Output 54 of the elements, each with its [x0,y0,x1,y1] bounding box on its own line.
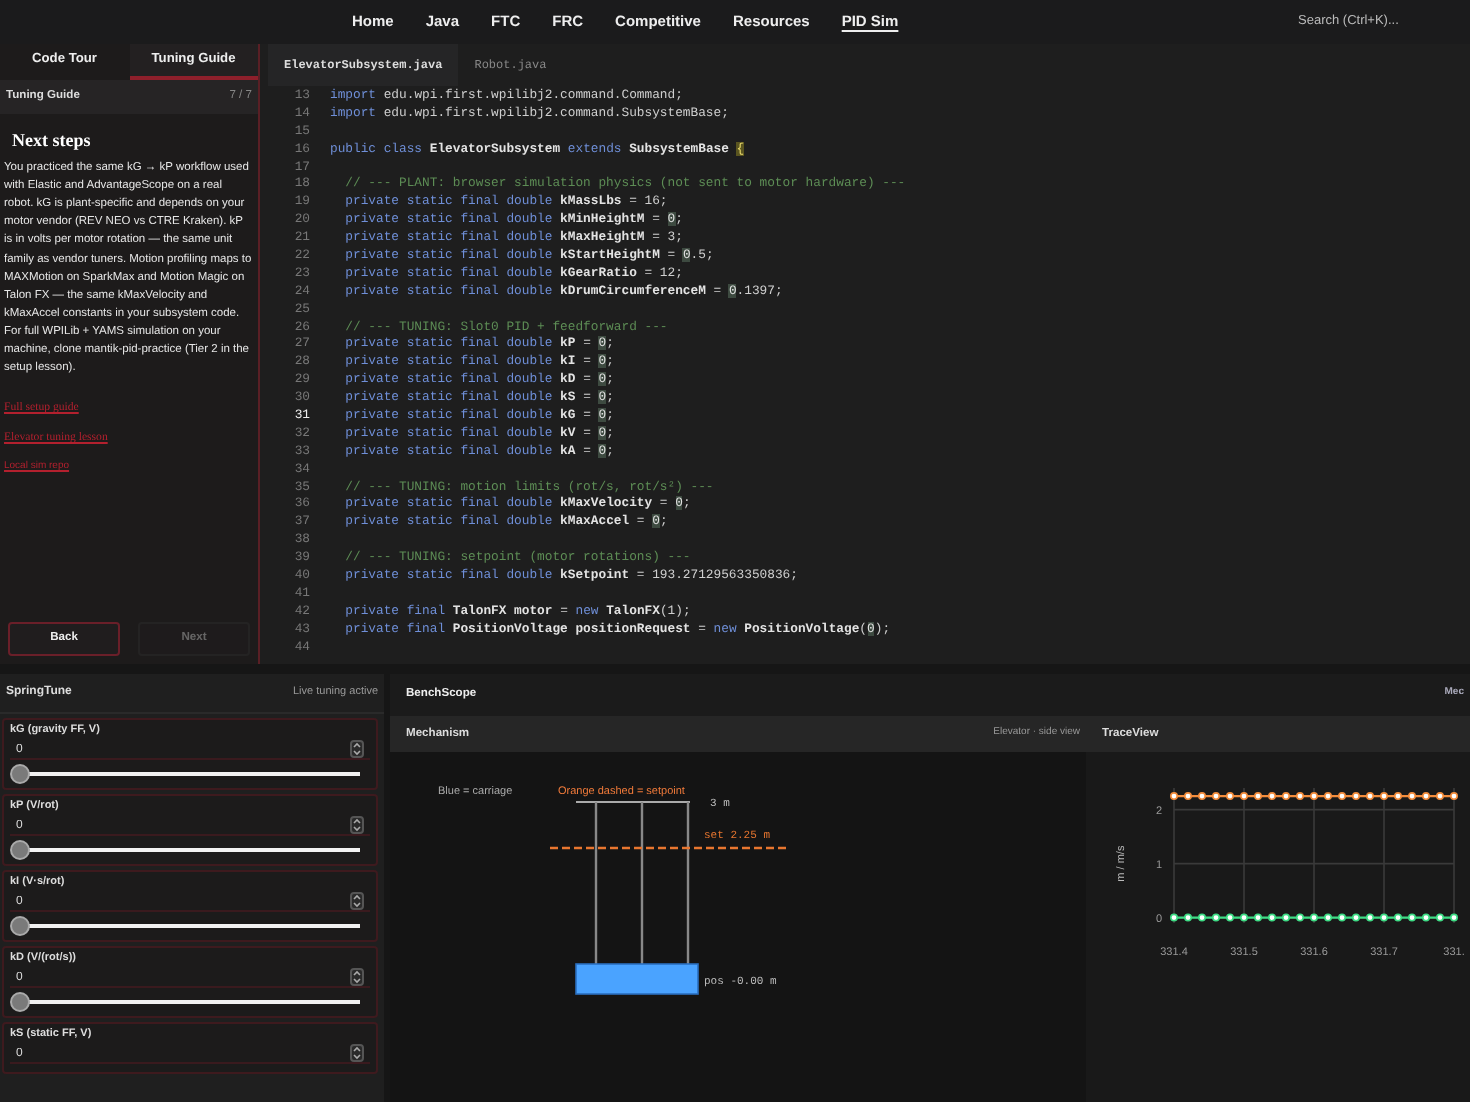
data-point [1268,914,1276,923]
data-point [1422,792,1430,801]
spinner-icon [350,740,364,758]
slider[interactable] [16,840,360,860]
data-point [1184,914,1192,923]
data-point [1422,914,1430,923]
data-point [1296,792,1304,801]
spinner-icon [350,1044,364,1062]
data-point [1282,914,1290,923]
data-point [1324,914,1332,923]
data-point [1436,914,1444,923]
data-point [1338,792,1346,801]
data-point [1380,792,1388,801]
data-point [1198,914,1206,923]
data-point [1408,792,1416,801]
data-point [1268,792,1276,801]
data-point [1310,914,1318,923]
spinner-icon [350,892,364,910]
data-point [1240,914,1248,923]
data-point [1352,914,1360,923]
data-point [1226,914,1234,923]
data-point [1296,914,1304,923]
data-point [1324,792,1332,801]
data-point [1394,914,1402,923]
heading: Next steps [12,127,93,154]
data-point [1380,914,1388,923]
data-point [1450,914,1458,923]
data-point [1212,792,1220,801]
data-point [1310,792,1318,801]
data-point [1352,792,1360,801]
data-point [1170,914,1178,923]
data-point [1450,792,1458,801]
data-point [1198,792,1206,801]
data-point [1212,914,1220,923]
data-point [1170,792,1178,801]
data-point [1254,914,1262,923]
slider[interactable] [16,916,360,936]
data-point [1184,792,1192,801]
data-point [1366,914,1374,923]
spinner-icon [350,968,364,986]
carriage [575,963,699,996]
top-limit-line [575,801,691,804]
data-point [1240,792,1248,801]
data-point [1408,914,1416,923]
spinner-icon [350,816,364,834]
data-point [1366,792,1374,801]
data-point [1282,792,1290,801]
data-point [1394,792,1402,801]
slider[interactable] [16,764,360,784]
data-point [1436,792,1444,801]
slider[interactable] [16,992,360,1012]
data-point [1226,792,1234,801]
data-point [1338,914,1346,923]
data-point [1254,792,1262,801]
